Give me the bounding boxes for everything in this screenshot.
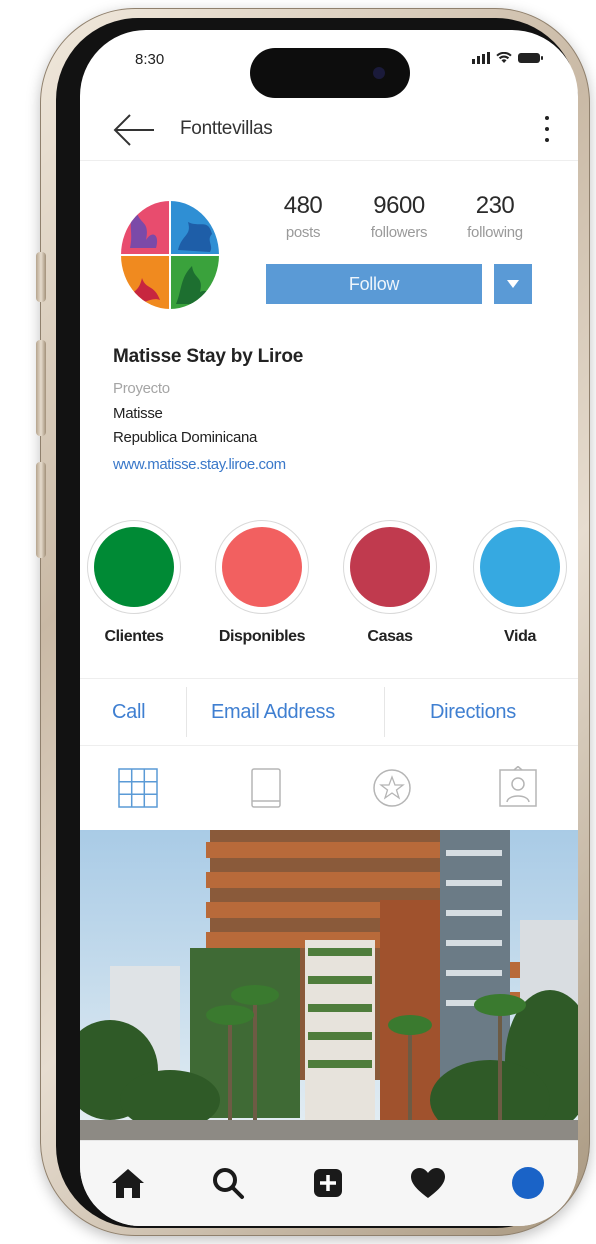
phone-screen: 8:30 Fonttevillas 480 posts 9600 followe… (80, 30, 578, 1226)
bottom-nav (80, 1140, 578, 1226)
profile-tabs (80, 746, 578, 830)
profile-website-link[interactable]: www.matisse.stay.liroe.com (113, 456, 286, 473)
stat-followers-value: 9600 (373, 192, 425, 219)
divider (186, 687, 187, 737)
add-post-icon[interactable] (308, 1163, 348, 1203)
mute-switch (36, 252, 46, 302)
home-icon[interactable] (108, 1163, 148, 1203)
highlight-cover (480, 527, 560, 607)
stat-posts[interactable]: 480 posts (258, 192, 348, 241)
highlight-cover (350, 527, 430, 607)
stat-posts-value: 480 (283, 192, 323, 219)
contact-bar: Call Email Address Directions (80, 678, 578, 746)
tagged-user-icon[interactable] (496, 766, 540, 810)
highlight-ring (473, 520, 567, 614)
highlight-ring (87, 520, 181, 614)
dynamic-island (250, 48, 410, 98)
heart-icon[interactable] (408, 1163, 448, 1203)
signal-icon (472, 52, 490, 64)
volume-down-button (36, 462, 46, 558)
bio-line: Matisse (113, 405, 163, 422)
profile-avatar-logo[interactable] (120, 200, 220, 310)
highlight-label: Disponibles (218, 628, 306, 645)
stat-following-label: following (467, 224, 523, 241)
igtv-icon[interactable] (244, 766, 288, 810)
highlight-label: Clientes (104, 628, 164, 645)
more-vertical-icon[interactable] (544, 116, 550, 142)
email-button[interactable]: Email Address (211, 679, 335, 745)
highlight-label: Vida (504, 628, 536, 645)
highlight-clientes[interactable]: Clientes (86, 520, 182, 646)
stat-posts-label: posts (285, 224, 321, 241)
highlight-cover (222, 527, 302, 607)
front-camera (373, 67, 385, 79)
profile-avatar[interactable] (508, 1163, 548, 1203)
stat-following-value: 230 (475, 192, 515, 219)
divider (384, 687, 385, 737)
grid-icon[interactable] (116, 766, 160, 810)
highlight-ring (215, 520, 309, 614)
bio-line: Republica Dominicana (113, 429, 258, 446)
highlight-vida[interactable]: Vida (472, 520, 568, 646)
post-photo-building[interactable] (80, 830, 578, 1140)
status-time: 8:30 (135, 51, 165, 68)
directions-button[interactable]: Directions (430, 679, 516, 745)
highlight-ring (343, 520, 437, 614)
follow-button[interactable]: Follow (266, 264, 482, 304)
profile-category: Proyecto (113, 380, 170, 397)
status-icons (472, 52, 543, 64)
search-icon[interactable] (208, 1163, 248, 1203)
highlight-label: Casas (367, 628, 413, 645)
volume-up-button (36, 340, 46, 436)
follow-dropdown-button[interactable] (494, 264, 532, 304)
stat-following[interactable]: 230 following (450, 192, 540, 241)
battery-icon (518, 53, 543, 63)
stat-followers[interactable]: 9600 followers (354, 192, 444, 241)
star-icon[interactable] (370, 766, 414, 810)
chevron-down-icon (507, 280, 519, 288)
highlight-cover (94, 527, 174, 607)
call-button[interactable]: Call (112, 679, 146, 745)
profile-display-name: Matisse Stay by Liroe (113, 346, 304, 367)
profile-username: Fonttevillas (180, 118, 273, 139)
arrow-left-icon[interactable] (112, 110, 156, 150)
profile-header: Fonttevillas (80, 100, 578, 161)
wifi-icon (496, 52, 512, 63)
stat-followers-label: followers (370, 224, 428, 241)
highlight-disponibles[interactable]: Disponibles (214, 520, 310, 646)
highlight-casas[interactable]: Casas (342, 520, 438, 646)
